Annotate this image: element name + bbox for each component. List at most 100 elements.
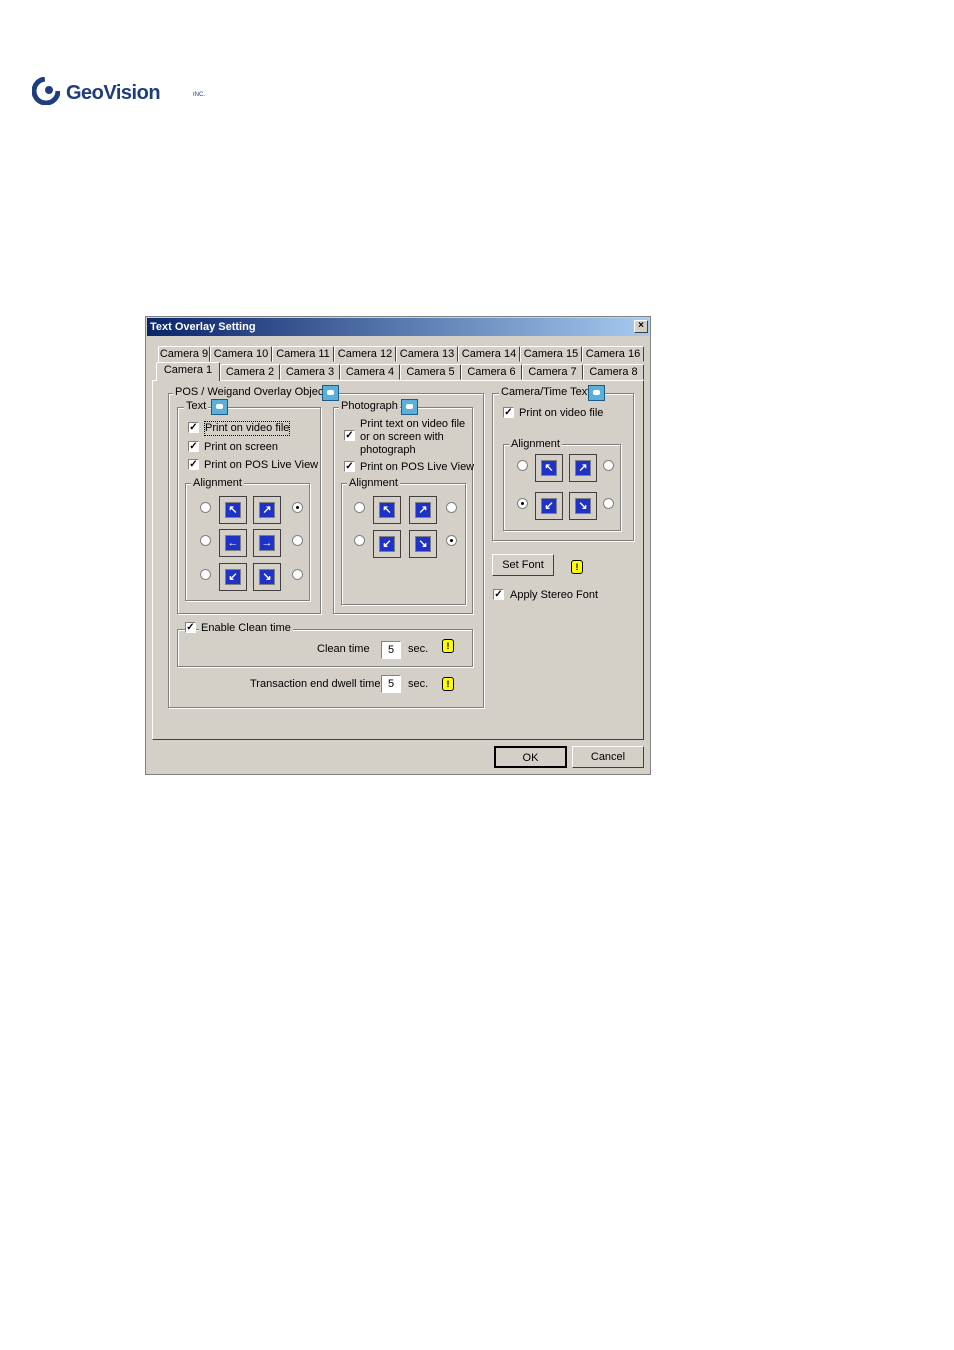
geovision-logo: GeoVision INC. bbox=[32, 75, 205, 115]
align-middle-left-radio[interactable] bbox=[200, 535, 211, 546]
arrow-left-icon: ← bbox=[226, 536, 240, 550]
align-bottom-left-radio[interactable] bbox=[200, 569, 211, 580]
tab-camera-9[interactable]: Camera 9 bbox=[158, 346, 210, 362]
tab-camera-13[interactable]: Camera 13 bbox=[396, 346, 458, 362]
apply-stereo-font-checkbox[interactable]: ✓ bbox=[493, 589, 504, 600]
apply-stereo-font-label: Apply Stereo Font bbox=[510, 589, 599, 601]
align-bottom-right-button[interactable]: ↘ bbox=[253, 563, 281, 591]
logo-trademark: INC. bbox=[193, 92, 205, 98]
align-bottom-left-button[interactable]: ↙ bbox=[219, 563, 247, 591]
photo-print-pos-live-view-label: Print on POS Live View bbox=[360, 461, 475, 473]
print-pos-live-view-label: Print on POS Live View bbox=[204, 459, 319, 471]
arrow-down-left-icon: ↙ bbox=[226, 570, 240, 584]
enable-clean-time-checkbox[interactable]: ✓ bbox=[185, 622, 196, 633]
camera-print-video-file-label: Print on video file bbox=[519, 407, 604, 419]
photo-print-pos-live-view-checkbox[interactable]: ✓ bbox=[344, 461, 355, 472]
photo-align-bottom-left-radio[interactable] bbox=[354, 535, 365, 546]
tab-camera-12[interactable]: Camera 12 bbox=[334, 346, 396, 362]
align-middle-left-button[interactable]: ← bbox=[219, 529, 247, 557]
tab-camera-4[interactable]: Camera 4 bbox=[340, 364, 400, 380]
logo-wordmark: GeoVision bbox=[66, 82, 161, 104]
clean-time-input[interactable]: 5 bbox=[381, 641, 401, 659]
camera-align-bottom-left-radio[interactable] bbox=[517, 498, 528, 509]
text-overlay-dialog: Text Overlay Setting × Camera 9 Camera 1… bbox=[145, 316, 651, 775]
clean-time-label: Clean time bbox=[317, 643, 370, 655]
clean-time-unit: sec. bbox=[408, 643, 429, 655]
tab-camera-6[interactable]: Camera 6 bbox=[461, 364, 522, 380]
arrow-down-left-icon: ↙ bbox=[542, 499, 556, 513]
photo-align-top-right-radio[interactable] bbox=[446, 502, 457, 513]
align-top-right-radio[interactable] bbox=[292, 502, 303, 513]
text-alignment-label: Alignment bbox=[191, 477, 244, 490]
align-top-right-button[interactable]: ↗ bbox=[253, 496, 281, 524]
arrow-down-right-icon: ↘ bbox=[416, 537, 430, 551]
dwell-time-input[interactable]: 5 bbox=[381, 675, 401, 693]
hand-pointer-icon[interactable] bbox=[401, 399, 418, 415]
photo-alignment-label: Alignment bbox=[347, 477, 400, 490]
info-hint-icon[interactable]: ! bbox=[442, 677, 454, 691]
print-text-with-photo-label-line2: or on screen with bbox=[360, 431, 444, 443]
tab-camera-3[interactable]: Camera 3 bbox=[280, 364, 340, 380]
print-screen-checkbox[interactable]: ✓ bbox=[188, 441, 199, 452]
camera-align-top-left-radio[interactable] bbox=[517, 460, 528, 471]
align-top-left-button[interactable]: ↖ bbox=[219, 496, 247, 524]
camera-align-bottom-right-radio[interactable] bbox=[603, 498, 614, 509]
set-font-button[interactable]: Set Font bbox=[492, 554, 554, 576]
dwell-time-unit: sec. bbox=[408, 678, 429, 690]
align-middle-right-button[interactable]: → bbox=[253, 529, 281, 557]
tab-camera-11[interactable]: Camera 11 bbox=[272, 346, 334, 362]
tab-camera-14[interactable]: Camera 14 bbox=[458, 346, 520, 362]
camera-alignment-label: Alignment bbox=[509, 438, 562, 451]
photo-align-top-left-radio[interactable] bbox=[354, 502, 365, 513]
tab-camera-10[interactable]: Camera 10 bbox=[210, 346, 272, 362]
tab-camera-2[interactable]: Camera 2 bbox=[220, 364, 280, 380]
close-icon[interactable]: × bbox=[634, 320, 648, 333]
print-video-file-checkbox[interactable]: ✓ bbox=[188, 422, 199, 433]
tab-camera-16[interactable]: Camera 16 bbox=[582, 346, 644, 362]
align-bottom-right-radio[interactable] bbox=[292, 569, 303, 580]
camera-align-top-left-button[interactable]: ↖ bbox=[535, 454, 563, 482]
arrow-up-left-icon: ↖ bbox=[542, 461, 556, 475]
info-hint-icon[interactable]: ! bbox=[442, 639, 454, 653]
hand-pointer-icon[interactable] bbox=[588, 385, 605, 401]
print-text-with-photo-label-line1: Print text on video file bbox=[360, 418, 466, 430]
align-middle-right-radio[interactable] bbox=[292, 535, 303, 546]
photograph-group-label: Photograph bbox=[339, 400, 400, 413]
arrow-down-right-icon: ↘ bbox=[260, 570, 274, 584]
print-text-with-photo-checkbox[interactable]: ✓ bbox=[344, 430, 355, 441]
tab-camera-5[interactable]: Camera 5 bbox=[400, 364, 461, 380]
hand-pointer-icon[interactable] bbox=[322, 385, 339, 401]
arrow-down-right-icon: ↘ bbox=[576, 499, 590, 513]
arrow-down-left-icon: ↙ bbox=[380, 537, 394, 551]
text-group-label: Text bbox=[184, 400, 209, 413]
dialog-titlebar: Text Overlay Setting bbox=[147, 318, 649, 336]
camera-align-top-right-radio[interactable] bbox=[603, 460, 614, 471]
camera-align-bottom-left-button[interactable]: ↙ bbox=[535, 492, 563, 520]
arrow-up-left-icon: ↖ bbox=[380, 503, 394, 517]
align-top-left-radio[interactable] bbox=[200, 502, 211, 513]
camera-align-top-right-button[interactable]: ↗ bbox=[569, 454, 597, 482]
info-hint-icon[interactable]: ! bbox=[571, 560, 583, 574]
tab-camera-1[interactable]: Camera 1 bbox=[156, 362, 220, 381]
hand-pointer-icon[interactable] bbox=[211, 399, 228, 415]
photo-align-top-left-button[interactable]: ↖ bbox=[373, 496, 401, 524]
tab-camera-15[interactable]: Camera 15 bbox=[520, 346, 582, 362]
arrow-up-right-icon: ↗ bbox=[260, 503, 274, 517]
photo-align-bottom-right-radio[interactable] bbox=[446, 535, 457, 546]
print-screen-label: Print on screen bbox=[204, 441, 278, 453]
print-video-file-label: Print on video file bbox=[204, 421, 291, 436]
dwell-time-label: Transaction end dwell time bbox=[250, 678, 381, 690]
print-pos-live-view-checkbox[interactable]: ✓ bbox=[188, 459, 199, 470]
camera-time-group-label: Camera/Time Text bbox=[499, 386, 593, 399]
camera-print-video-file-checkbox[interactable]: ✓ bbox=[503, 407, 514, 418]
arrow-up-left-icon: ↖ bbox=[226, 503, 240, 517]
photo-align-bottom-right-button[interactable]: ↘ bbox=[409, 530, 437, 558]
camera-align-bottom-right-button[interactable]: ↘ bbox=[569, 492, 597, 520]
tab-camera-8[interactable]: Camera 8 bbox=[583, 364, 644, 380]
ok-button[interactable]: OK bbox=[494, 746, 567, 768]
cancel-button[interactable]: Cancel bbox=[572, 746, 644, 768]
photo-align-bottom-left-button[interactable]: ↙ bbox=[373, 530, 401, 558]
pos-overlay-group-label: POS / Weigand Overlay Object bbox=[173, 386, 329, 399]
photo-align-top-right-button[interactable]: ↗ bbox=[409, 496, 437, 524]
tab-camera-7[interactable]: Camera 7 bbox=[522, 364, 583, 380]
